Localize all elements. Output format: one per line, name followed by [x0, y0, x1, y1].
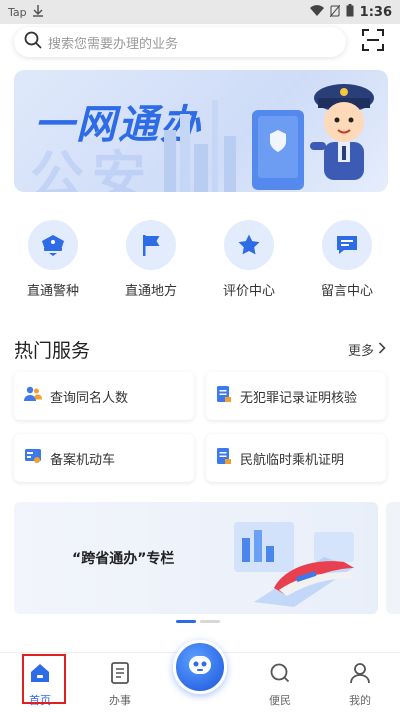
service-card-vehicle-registration[interactable]: 备案机动车: [14, 434, 194, 482]
tab-services[interactable]: 办事: [80, 653, 160, 712]
download-icon: [32, 4, 43, 20]
flag-icon: [126, 220, 176, 270]
scan-button[interactable]: [360, 29, 386, 55]
document-icon: [216, 385, 232, 407]
tab-profile[interactable]: 我的: [320, 653, 400, 712]
user-icon: [349, 662, 371, 688]
document-icon: [110, 662, 130, 688]
quick-action-local[interactable]: 直通地方: [106, 220, 196, 299]
tab-label: 便民: [269, 694, 291, 707]
carrier-label: Tap: [8, 5, 27, 19]
service-label: 查询同名人数: [50, 390, 129, 406]
tab-label: 我的: [349, 694, 371, 707]
quick-action-label: 评价中心: [222, 284, 275, 299]
tab-label: 办事: [109, 694, 131, 707]
cross-province-promo-banner[interactable]: “跨省通办”专栏: [14, 502, 378, 614]
service-card-flight-certificate[interactable]: 民航临时乘机证明: [206, 434, 386, 482]
promo-title: “跨省通办”专栏: [72, 551, 175, 567]
no-sim-icon: [329, 4, 341, 20]
service-label: 备案机动车: [50, 452, 116, 468]
quick-action-evaluation[interactable]: 评价中心: [204, 220, 294, 299]
service-label: 民航临时乘机证明: [240, 452, 345, 468]
people-icon: [24, 385, 42, 407]
police-mascot-illustration: [310, 84, 374, 180]
carousel-indicator: [176, 620, 220, 623]
quick-action-label: 直通地方: [124, 284, 177, 299]
carousel-dot-active: [176, 620, 196, 623]
service-label: 无犯罪记录证明核验: [240, 390, 358, 406]
quick-action-label: 留言中心: [320, 284, 373, 299]
quick-action-label: 直通警种: [26, 284, 79, 299]
message-icon: [322, 220, 372, 270]
robot-icon: [185, 650, 215, 684]
search-row: 搜索您需要办理的业务: [0, 24, 400, 60]
quick-actions: 直通警种 直通地方 评价中心 留言中心: [0, 220, 400, 299]
police-cap-icon: [28, 220, 78, 270]
search-input[interactable]: 搜索您需要办理的业务: [14, 27, 346, 57]
home-tab-highlight-box: [22, 654, 66, 704]
hero-banner[interactable]: 公安 一网通办: [14, 70, 388, 192]
chevron-right-icon: [378, 341, 386, 358]
status-bar: Tap 1:36: [0, 0, 400, 24]
star-icon: [224, 220, 274, 270]
quick-action-messages[interactable]: 留言中心: [302, 220, 392, 299]
car-card-icon: [24, 448, 42, 468]
quick-action-police-types[interactable]: 直通警种: [8, 220, 98, 299]
service-card-no-criminal-record[interactable]: 无犯罪记录证明核验: [206, 372, 386, 420]
carousel-dot: [200, 620, 220, 623]
clock: 1:36: [359, 4, 392, 20]
search-icon: [24, 31, 42, 53]
search-icon: [269, 662, 291, 688]
hot-services-header: 热门服务 更多: [14, 336, 386, 363]
next-promo-peek: [386, 502, 400, 614]
assistant-button[interactable]: [173, 640, 227, 694]
service-card-same-name-query[interactable]: 查询同名人数: [14, 372, 194, 420]
battery-icon: [346, 4, 354, 20]
wifi-icon: [309, 4, 324, 20]
train-illustration: [234, 522, 354, 607]
more-label: 更多: [347, 344, 374, 359]
more-link[interactable]: 更多: [348, 340, 386, 359]
search-placeholder: 搜索您需要办理的业务: [48, 36, 179, 52]
document-icon: [216, 447, 232, 469]
section-title: 热门服务: [14, 340, 91, 362]
scan-icon: [362, 29, 384, 55]
tab-convenience[interactable]: 便民: [240, 653, 320, 712]
hot-services-grid: 查询同名人数 无犯罪记录证明核验 备案机动车 民航临时乘机证明: [14, 372, 386, 482]
